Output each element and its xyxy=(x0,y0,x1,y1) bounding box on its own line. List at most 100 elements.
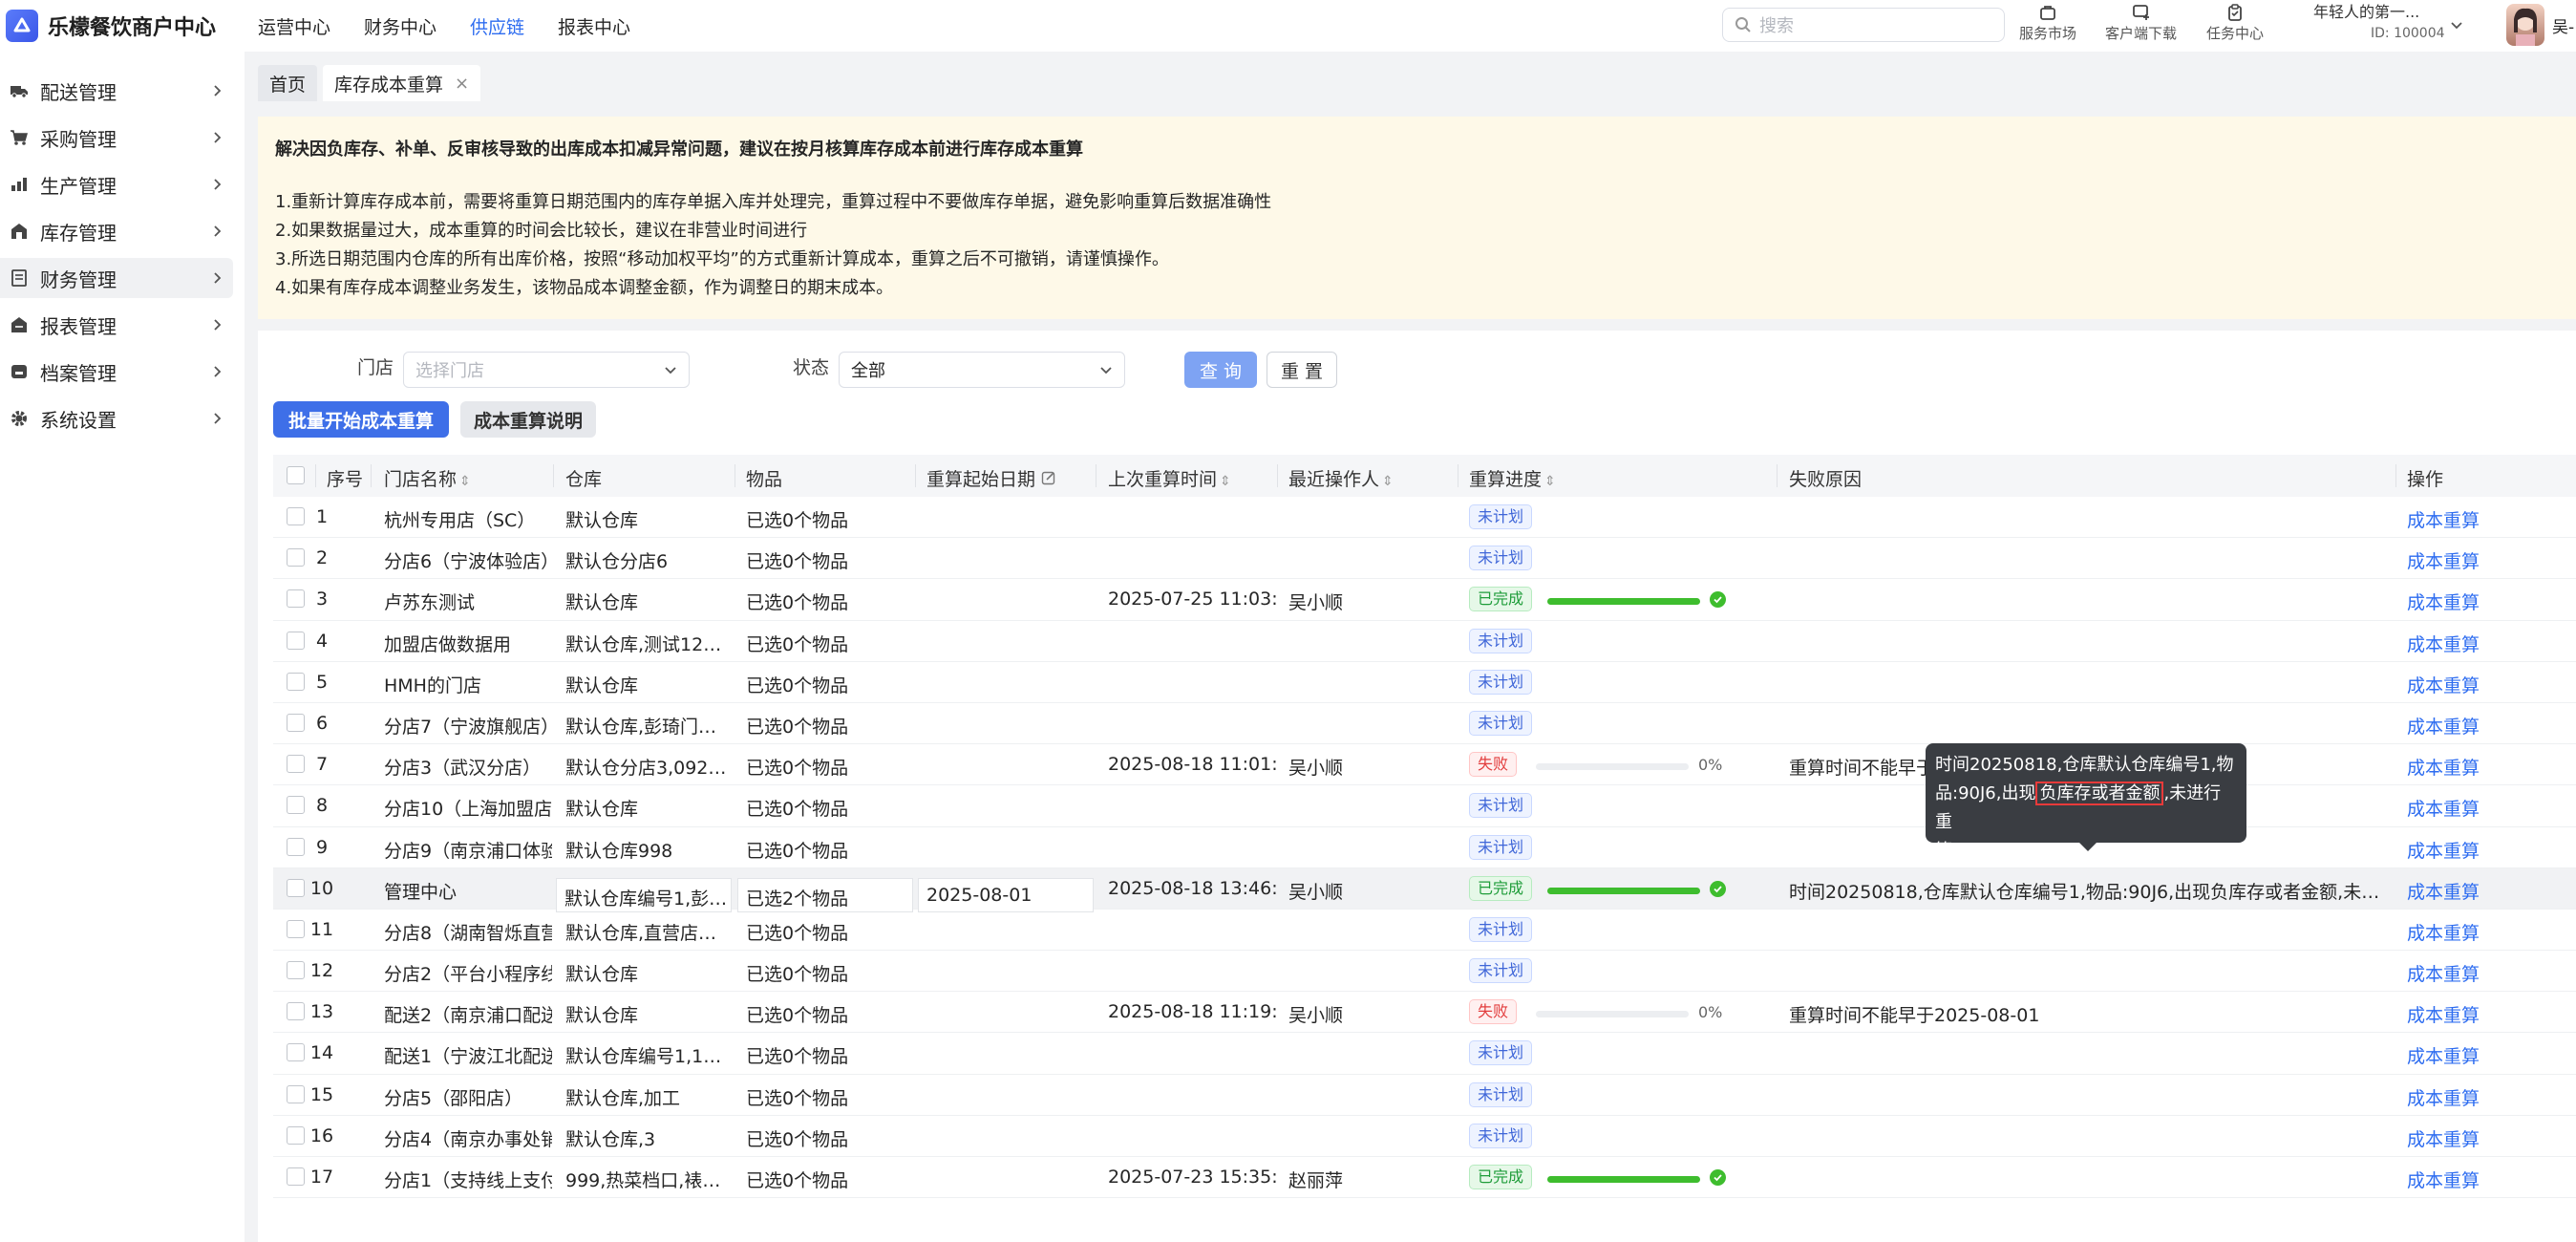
sidebar-item-reports[interactable]: 报表管理 xyxy=(0,305,233,345)
recalc-action-link[interactable]: 成本重算 xyxy=(2407,589,2480,614)
store-name: 分店4（南京办事处销 xyxy=(384,1128,552,1150)
chevron-right-icon xyxy=(214,413,222,424)
failure-reason-tooltip: 时间20250818,仓库默认仓库编号1,物 品:90J6,出现 负库存或者金额,… xyxy=(1926,743,2246,861)
edit-icon[interactable] xyxy=(1041,469,1056,490)
notice-panel: 解决因负库存、补单、反审核导致的出库成本扣减异常问题，建议在按月核算库存成本前进… xyxy=(258,117,2576,319)
sidebar-item-settings[interactable]: 系统设置 xyxy=(0,398,233,439)
start-date-cell[interactable]: 2025-08-01 xyxy=(918,877,1094,912)
brand[interactable]: 乐檬餐饮商户中心 xyxy=(0,10,258,42)
recalc-action-link[interactable]: 成本重算 xyxy=(2407,878,2480,904)
chevron-down-icon[interactable] xyxy=(2449,17,2464,32)
store-name: 配送1（宁波江北配送 xyxy=(384,1046,552,1068)
warehouse: 999,热菜档口,裱… xyxy=(565,1170,721,1191)
warehouse-cell[interactable]: 默认仓库编号1,彭… xyxy=(556,877,732,912)
store-name: 分店9（南京浦口体验 xyxy=(384,840,552,862)
recalc-explain-button[interactable]: 成本重算说明 xyxy=(460,401,596,438)
recalc-action-link[interactable]: 成本重算 xyxy=(2407,547,2480,573)
status-filter-label: 状态 xyxy=(793,357,830,378)
tool-market[interactable]: 服务市场 xyxy=(2019,2,2076,43)
failure-reason: 时间20250818,仓库默认仓库编号1,物品:90J6,出现负库存或者金额,未… xyxy=(1789,881,2381,903)
nav-finance[interactable]: 财务中心 xyxy=(364,13,436,39)
tool-tasks[interactable]: 任务中心 xyxy=(2206,2,2264,43)
status-badge: 未计划 xyxy=(1469,546,1533,571)
progress-bar xyxy=(1536,1011,1689,1018)
market-bag-icon xyxy=(2039,2,2056,23)
items: 已选0个物品 xyxy=(746,675,849,696)
store-select[interactable]: 选择门店 xyxy=(403,352,690,388)
table-row: 3 卢苏东测试 默认仓库 已选0个物品 2025-07-25 11:03:55 吴小顺 已完… xyxy=(273,579,2576,621)
col-header-sortable[interactable]: 门店名称 ⇕ xyxy=(384,465,471,491)
tab-label: 库存成本重算 xyxy=(334,74,444,96)
recalc-action-link[interactable]: 成本重算 xyxy=(2407,631,2480,656)
chevron-right-icon xyxy=(214,272,222,284)
last-operator: 赵丽萍 xyxy=(1288,1170,1344,1191)
chevron-right-icon xyxy=(214,132,222,143)
notice-title: 解决因负库存、补单、反审核导致的出库成本扣减异常问题，建议在按月核算库存成本前进… xyxy=(275,139,1083,160)
row-no: 3 xyxy=(315,589,329,610)
col-header-sortable[interactable]: 上次重算时间 ⇕ xyxy=(1108,465,1231,491)
items-cell[interactable]: 已选2个物品 xyxy=(737,877,913,912)
warehouse: 默认仓库 xyxy=(565,1005,639,1027)
recalc-action-link[interactable]: 成本重算 xyxy=(2407,1001,2480,1027)
recalc-action-link[interactable]: 成本重算 xyxy=(2407,506,2480,532)
row-no: 5 xyxy=(315,671,329,693)
last-recalc-time: 2025-08-18 11:01:22 xyxy=(1108,754,1276,776)
tab-cost-recalc[interactable]: 库存成本重算 × xyxy=(323,65,481,101)
table-row: 12 分店2（平台小程序线 默认仓库 已选0个物品 未计划 成本重算 xyxy=(273,951,2576,993)
nav-operations[interactable]: 运营中心 xyxy=(258,13,330,39)
progress-percent: 0% xyxy=(1698,756,1723,775)
row-no: 7 xyxy=(315,754,329,776)
account-switcher[interactable]: 年轻人的第一... ID: 100004 xyxy=(2313,2,2445,44)
status-select[interactable]: 全部 xyxy=(839,352,1125,388)
select-all-checkbox[interactable] xyxy=(287,466,305,489)
recalc-action-link[interactable]: 成本重算 xyxy=(2407,1167,2480,1192)
close-icon[interactable]: × xyxy=(455,74,469,94)
nav-supply-chain[interactable]: 供应链 xyxy=(470,13,524,39)
recalc-action-link[interactable]: 成本重算 xyxy=(2407,1042,2480,1068)
reset-button[interactable]: 重 置 xyxy=(1267,352,1337,388)
recalc-action-link[interactable]: 成本重算 xyxy=(2407,919,2480,945)
table-row: 6 分店7（宁波旗舰店） 默认仓库,彭琦门… 已选0个物品 未计划 成本重算 xyxy=(273,703,2576,745)
sidebar-item-delivery[interactable]: 配送管理 xyxy=(0,71,233,111)
row-no: 4 xyxy=(315,630,329,652)
recalc-action-link[interactable]: 成本重算 xyxy=(2407,713,2480,739)
progress-bar xyxy=(1547,887,1700,894)
warehouse: 默认仓库 xyxy=(565,675,639,696)
query-button[interactable]: 查 询 xyxy=(1184,352,1257,388)
warehouse: 默认仓库 xyxy=(565,592,639,614)
recalc-action-link[interactable]: 成本重算 xyxy=(2407,754,2480,780)
sidebar-item-purchase[interactable]: 采购管理 xyxy=(0,118,233,158)
col-header-editable[interactable]: 重算起始日期 xyxy=(926,465,1056,491)
recalc-action-link[interactable]: 成本重算 xyxy=(2407,1084,2480,1110)
items: 已选0个物品 xyxy=(746,799,849,821)
recalc-action-link[interactable]: 成本重算 xyxy=(2407,1125,2480,1151)
sidebar-item-production[interactable]: 生产管理 xyxy=(0,164,233,204)
tooltip-highlight: 负库存或者金额 xyxy=(2035,782,2164,805)
store-name: 分店6（宁波体验店） xyxy=(384,551,552,573)
col-header-sortable[interactable]: 最近操作人 ⇕ xyxy=(1288,465,1394,491)
recalc-action-link[interactable]: 成本重算 xyxy=(2407,837,2480,863)
status-badge: 未计划 xyxy=(1469,1040,1533,1066)
search-input[interactable]: 搜索 xyxy=(1722,8,2005,42)
col-header-sortable[interactable]: 重算进度 ⇕ xyxy=(1469,465,1556,491)
store-name: 分店5（邵阳店） xyxy=(384,1087,523,1109)
avatar[interactable] xyxy=(2506,4,2544,46)
recalc-action-link[interactable]: 成本重算 xyxy=(2407,960,2480,986)
status-badge: 未计划 xyxy=(1469,1081,1533,1107)
status-badge-text: 未计划 xyxy=(1469,1123,1533,1148)
recalc-action-link[interactable]: 成本重算 xyxy=(2407,795,2480,821)
sidebar-item-label: 财务管理 xyxy=(40,268,117,291)
sidebar-item-inventory[interactable]: 库存管理 xyxy=(0,211,233,251)
recalc-action-link[interactable]: 成本重算 xyxy=(2407,672,2480,697)
sidebar-item-finance[interactable]: 财务管理 xyxy=(0,258,233,298)
tool-download[interactable]: 客户端下载 xyxy=(2105,2,2177,43)
table-row: 10 管理中心 默认仓库编号1,彭… 已选2个物品 2025-08-01 2025-08-… xyxy=(273,867,2576,912)
tab-home[interactable]: 首页 xyxy=(258,65,318,101)
nav-reports[interactable]: 报表中心 xyxy=(558,13,630,39)
batch-recalc-button[interactable]: 批量开始成本重算 xyxy=(273,401,449,438)
sort-icon: ⇕ xyxy=(1220,474,1231,489)
row-no: 10 xyxy=(309,877,334,899)
sidebar-item-archive[interactable]: 档案管理 xyxy=(0,352,233,392)
sidebar-item-label: 生产管理 xyxy=(40,174,117,198)
status-badge: 未计划 xyxy=(1469,793,1533,819)
